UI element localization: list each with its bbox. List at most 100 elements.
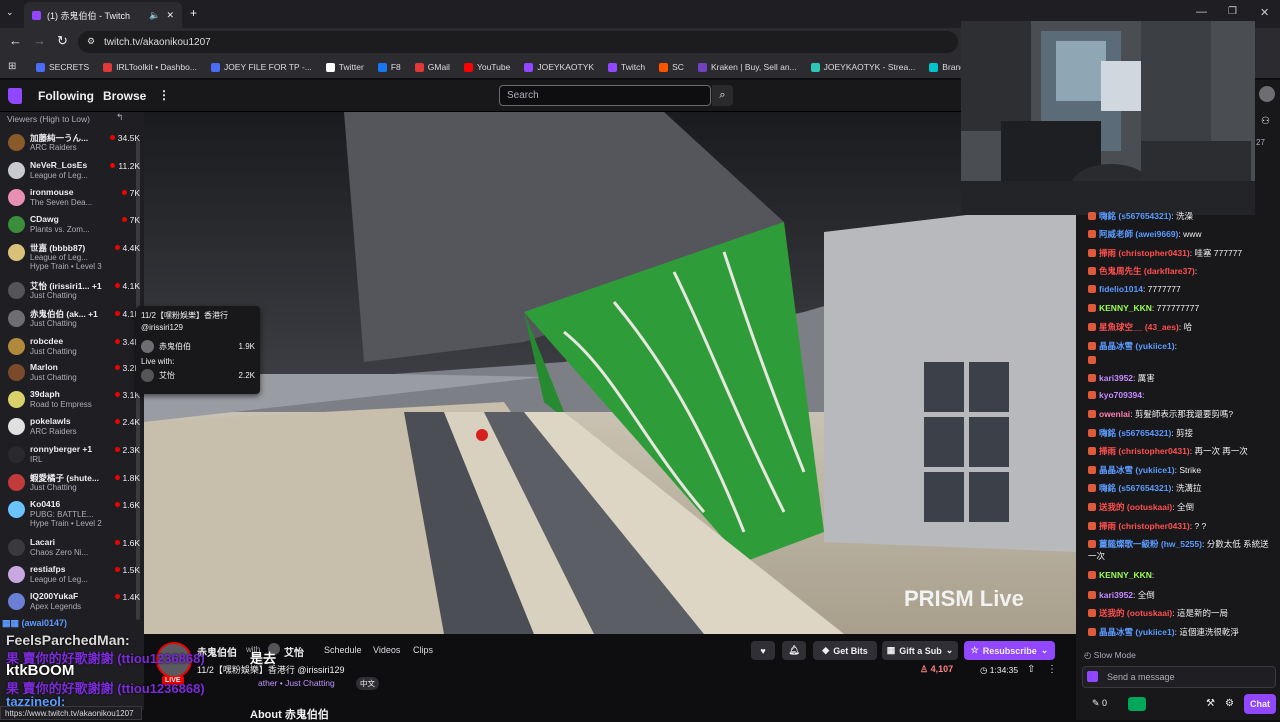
nav-following[interactable]: Following (38, 89, 94, 103)
sidebar-channel[interactable]: NeVeR_LosEs League of Leg... 11.2K (6, 158, 140, 185)
twitch-logo-icon[interactable] (8, 88, 22, 104)
nav-more-icon[interactable]: ⋮ (158, 88, 170, 102)
chat-username[interactable]: 掃雨 (christopher0431) (1099, 248, 1190, 258)
chat-username[interactable]: KENNY_KKN (1099, 570, 1152, 580)
webcam-room-scene (961, 21, 1255, 215)
bookmark-item[interactable]: JOEYKAOTYK - Strea... (810, 62, 915, 72)
bookmark-item[interactable]: JOEYKAOTYK (524, 62, 594, 72)
nav-browse[interactable]: Browse (103, 89, 146, 103)
resubscribe-button[interactable]: ☆ Resubscribe ⌄ (964, 641, 1055, 660)
notifications-bell-button[interactable]: 🔔︎ (782, 641, 806, 660)
get-bits-button[interactable]: ◆ Get Bits (813, 641, 877, 660)
sidebar-channel[interactable]: ironmouse The Seven Dea... 7K (6, 185, 140, 212)
chat-identity-icon[interactable] (1087, 671, 1098, 682)
more-options-icon[interactable]: ⋮ (1047, 664, 1057, 675)
forward-button[interactable]: → (33, 33, 46, 48)
chat-username[interactable]: 晶晶冰雪 (yukiice1) (1099, 341, 1175, 351)
tab-search-icon[interactable]: ⌄ (6, 7, 14, 18)
minimize-button[interactable]: — (1196, 6, 1207, 18)
bookmark-item[interactable]: SECRETS (36, 62, 89, 72)
tab-schedule[interactable]: Schedule (324, 645, 362, 655)
bookmark-item[interactable]: GMail (414, 62, 450, 72)
chat-username[interactable]: 嗨銘 (s567654321) (1099, 483, 1171, 493)
bookmark-label: IRLToolkit • Dashbo... (116, 62, 197, 72)
bookmark-item[interactable]: YouTube (463, 62, 510, 72)
sidebar-channel[interactable]: 蝦愛橘子 (shute... Just Chatting 1.8K (6, 470, 140, 497)
chat-settings-icon[interactable]: ⚙ (1225, 698, 1234, 709)
apps-icon[interactable]: ⊞ (8, 61, 16, 72)
restore-button[interactable]: ❐ (1228, 6, 1237, 17)
chat-username[interactable]: 薑懿燦歌一級粉 (hw_5255) (1099, 539, 1202, 549)
sidebar-channel[interactable]: robcdee Just Chatting 3.4K (6, 334, 140, 361)
bookmark-item[interactable]: SC (659, 62, 684, 72)
chat-username[interactable]: fidelio1014 (1099, 284, 1143, 294)
chat-username[interactable]: owenlai (1099, 409, 1130, 419)
chat-username[interactable]: kyo709394 (1099, 390, 1142, 400)
channel-points[interactable]: ✎ 0 (1092, 698, 1107, 709)
gift-sub-button[interactable]: ▦ Gift a Sub ⌄ (882, 641, 958, 660)
video-player[interactable]: PRISM Live (144, 112, 1076, 634)
sidebar-channel[interactable]: Ko0416 PUBG: BATTLE... 1.6K Hype Train • Le… (6, 497, 140, 528)
chat-username[interactable]: 晶晶冰雪 (yukiice1) (1099, 627, 1175, 637)
bookmark-favicon-icon (608, 62, 618, 72)
sidebar-channel[interactable]: 39daph Road to Empress 3.1K (6, 387, 140, 414)
sidebar-channel[interactable]: pokelawls ARC Raiders 2.4K (6, 414, 140, 441)
sidebar-channel[interactable]: 艾怡 (irissiri1... +1 Just Chatting 4.1K (6, 278, 140, 305)
share-icon[interactable]: ⇧ (1027, 664, 1035, 675)
address-bar[interactable]: ⚙ twitch.tv/akaonikou1207 (78, 31, 958, 53)
sidebar-channel[interactable]: Marlon Just Chatting 3.2K (6, 360, 140, 387)
users-icon[interactable]: ⚇ (1261, 116, 1270, 127)
chat-username[interactable]: 阿威老師 (awei9669) (1099, 229, 1178, 239)
chat-username[interactable]: 掃雨 (christopher0431) (1099, 521, 1190, 531)
bookmark-item[interactable]: Twitch (608, 62, 645, 72)
chat-username[interactable]: kari3952 (1099, 373, 1133, 383)
mod-tools-icon[interactable]: ⚒ (1206, 698, 1215, 709)
chat-username[interactable]: 送我的 (ootuskaai) (1099, 502, 1172, 512)
site-info-icon[interactable]: ⚙ (87, 36, 95, 47)
back-button[interactable]: ← (9, 33, 22, 48)
sidebar-channel[interactable]: ronnyberger +1 IRL 2.3K (6, 442, 140, 469)
language-tag[interactable]: 中文 (356, 677, 379, 690)
chat-message: 晶晶冰雪 (yukiice1): 這個連洗很乾淨 (1088, 626, 1239, 638)
browser-tab[interactable]: (1) 赤鬼伯伯 - Twitch 🔈 ✕ (24, 2, 182, 28)
new-tab-button[interactable]: + (190, 6, 197, 20)
bookmark-item[interactable]: JOEY FILE FOR TP -... (210, 62, 312, 72)
sidebar-channel[interactable]: Lacari Chaos Zero Ni... 1.6K (6, 535, 140, 562)
sidebar-channel[interactable]: restiafps League of Leg... 1.5K (6, 562, 140, 589)
chat-username[interactable]: KENNY_KKN (1099, 303, 1152, 313)
rail-avatar[interactable] (1259, 86, 1275, 102)
chat-username[interactable]: 送我的 (ootuskaai) (1099, 608, 1172, 618)
bookmark-item[interactable]: Twitter (325, 62, 364, 72)
sidebar-channel[interactable]: 赤鬼伯伯 (ak... +1 Just Chatting 4.1K (6, 306, 140, 333)
guest-name[interactable]: 艾怡 (284, 644, 304, 659)
tab-videos[interactable]: Videos (373, 645, 400, 655)
chat-username[interactable]: 色鬼周先生 (darkflare37) (1099, 266, 1195, 276)
tooltip-guest-name: 艾怡 (159, 371, 175, 380)
tab-close-icon[interactable]: ✕ (166, 10, 174, 21)
chat-send-button[interactable]: Chat (1244, 694, 1276, 714)
bookmark-item[interactable]: F8 (377, 62, 401, 72)
search-icon[interactable]: ⌕ (712, 85, 733, 106)
tab-clips[interactable]: Clips (413, 645, 433, 655)
collapse-sidebar-icon[interactable]: ↰ (116, 112, 124, 123)
sidebar-channel[interactable]: 加藤純一うん... ARC Raiders 34.5K (6, 130, 140, 157)
tab-audio-icon[interactable]: 🔈 (149, 10, 160, 21)
chat-username[interactable]: 掃雨 (christopher0431) (1099, 446, 1190, 456)
bookmark-item[interactable]: Kraken | Buy, Sell an... (697, 62, 797, 72)
sidebar-channel[interactable]: IQ200YukaF Apex Legends 1.4K (6, 589, 140, 616)
sidebar-channel[interactable]: CDawg Plants vs. Zom... 7K (6, 212, 140, 239)
follow-heart-button[interactable]: ♥ (751, 641, 775, 660)
chat-username[interactable]: 星魚球空__ (43_aes) (1099, 322, 1179, 332)
stream-category[interactable]: ather • Just Chatting (258, 678, 335, 688)
claim-bonus-icon[interactable] (1128, 697, 1146, 711)
chat-username[interactable]: 嗨銘 (s567654321) (1099, 428, 1171, 438)
chat-input[interactable]: Send a message (1082, 666, 1276, 688)
reload-button[interactable]: ↻ (57, 33, 68, 49)
sidebar-channel[interactable]: 世嘉 (bbbb87) League of Leg... 4.4K Hype Trai… (6, 240, 140, 271)
bookmark-item[interactable]: IRLToolkit • Dashbo... (103, 62, 197, 72)
chat-username[interactable]: 嗨銘 (s567654321) (1099, 211, 1171, 221)
chat-username[interactable]: kari3952 (1099, 590, 1133, 600)
search-input[interactable]: Search (499, 85, 711, 106)
close-window-button[interactable]: ✕ (1260, 6, 1269, 19)
chat-username[interactable]: 晶晶冰雪 (yukiice1) (1099, 465, 1175, 475)
